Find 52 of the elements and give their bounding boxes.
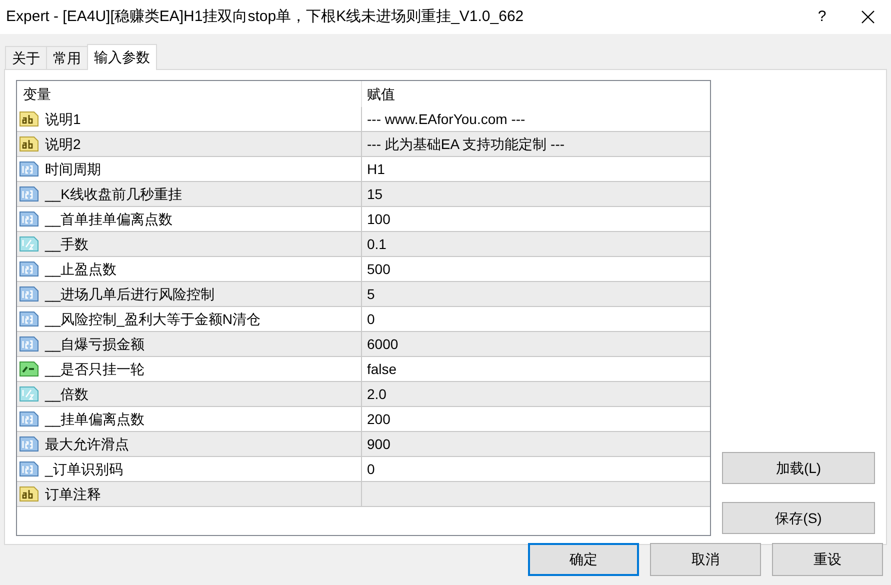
- parameter-name: __倍数: [45, 384, 89, 404]
- parameter-name: 说明2: [45, 134, 81, 154]
- dialog-button[interactable]: 重设: [772, 543, 883, 576]
- tab[interactable]: 关于: [5, 46, 47, 69]
- parameter-name: __手数: [45, 234, 89, 254]
- table-cell[interactable]: 6000: [362, 332, 710, 356]
- table-cell[interactable]: 900: [362, 432, 710, 456]
- text-type-icon: [19, 110, 39, 128]
- table-cell[interactable]: false: [362, 357, 710, 381]
- text-type-icon: [19, 485, 39, 503]
- parameter-name: 说明1: [45, 110, 81, 128]
- parameter-name: __进场几单后进行风险控制: [45, 284, 215, 304]
- side-button[interactable]: 保存(S): [722, 502, 875, 534]
- parameter-name: __首单挂单偏离点数: [45, 210, 173, 229]
- table-cell[interactable]: 500: [362, 257, 710, 281]
- table-cell[interactable]: 200: [362, 407, 710, 431]
- dialog-button[interactable]: 取消: [650, 543, 761, 576]
- table-cell[interactable]: 0.1: [362, 232, 710, 256]
- table-cell[interactable]: H1: [362, 157, 710, 181]
- window-title: Expert - [EA4U][稳赚类EA]H1挂双向stop单，下根K线未进场则重挂_V1.0_662: [6, 6, 525, 27]
- text-type-icon: [19, 135, 39, 153]
- column-header[interactable]: 赋值: [362, 81, 710, 107]
- parameter-name: __挂单偏离点数: [45, 410, 145, 429]
- parameter-name: __是否只挂一轮: [45, 360, 145, 379]
- decimal-type-icon: [19, 235, 39, 253]
- number-type-icon: [19, 435, 39, 453]
- table-cell[interactable]: 5: [362, 282, 710, 306]
- help-button[interactable]: ?: [799, 0, 845, 34]
- table-cell[interactable]: 15: [362, 182, 710, 206]
- toggle-type-icon: [19, 360, 39, 378]
- number-type-icon: [19, 335, 39, 353]
- table-cell[interactable]: --- 此为基础EA 支持功能定制 ---: [362, 132, 710, 156]
- decimal-type-icon: [19, 385, 39, 403]
- side-button[interactable]: 加载(L): [722, 452, 875, 484]
- parameter-name: __止盈点数: [45, 260, 117, 279]
- table-cell[interactable]: --- www.EAforYou.com ---: [362, 107, 710, 131]
- parameter-name: __K线收盘前几秒重挂: [45, 184, 182, 204]
- close-icon: [861, 10, 875, 24]
- number-type-icon: [19, 285, 39, 303]
- parameter-name: __自爆亏损金额: [45, 334, 145, 354]
- table-cell[interactable]: 0: [362, 307, 710, 331]
- table-cell[interactable]: 100: [362, 207, 710, 231]
- parameter-name: 最大允许滑点: [45, 434, 129, 454]
- table-cell[interactable]: 2.0: [362, 382, 710, 406]
- parameter-name: 时间周期: [45, 160, 101, 178]
- parameter-name: __风险控制_盈利大等于金额N清仓: [45, 310, 260, 329]
- parameter-name: _订单识别码: [45, 460, 123, 479]
- dialog-button[interactable]: 确定: [528, 543, 639, 576]
- number-type-icon: [19, 185, 39, 203]
- parameter-name: 订单注释: [45, 484, 101, 504]
- table-cell[interactable]: 0: [362, 457, 710, 481]
- tab[interactable]: 输入参数: [87, 44, 157, 70]
